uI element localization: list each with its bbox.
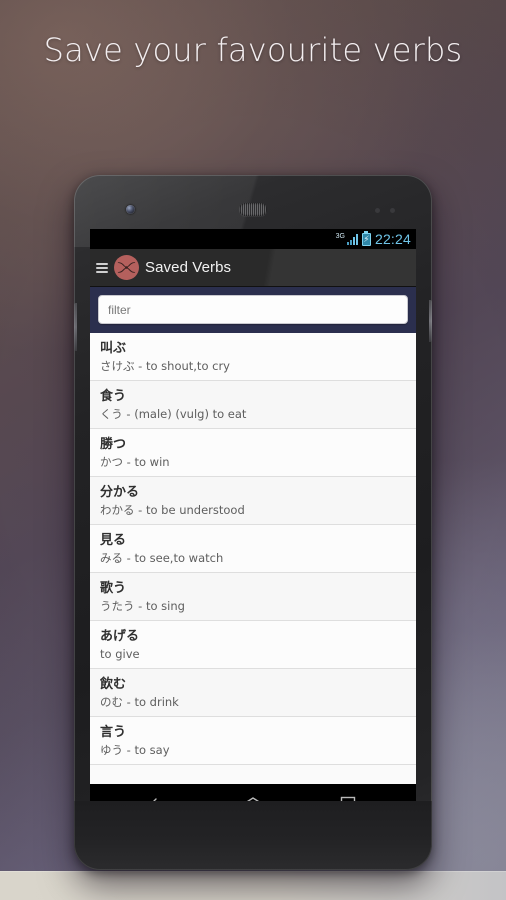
bottom-shelf-strip [0, 871, 506, 900]
status-bar: 3G ⚡ 22:24 [90, 229, 416, 249]
proximity-sensor-icon [375, 208, 380, 213]
hamburger-menu-icon[interactable] [96, 262, 108, 273]
verb-list-item[interactable]: 勝つかつ - to win [90, 429, 416, 477]
verb-reading-meaning: to give [100, 647, 140, 661]
status-bar-clock: 22:24 [374, 231, 411, 247]
verb-kanji: 歌う [100, 581, 127, 596]
recent-apps-icon[interactable] [323, 789, 369, 801]
volume-button[interactable] [74, 303, 77, 351]
verb-kanji: 叫ぶ [100, 341, 127, 356]
saved-verbs-list[interactable]: 叫ぶ さけぶ - to shout,to cry 食う くう - (male) (vu… [90, 333, 416, 784]
verb-reading-meaning: さけぶ - to shout,to cry [100, 359, 230, 373]
verb-kanji: 見る [100, 533, 127, 548]
network-type-label: 3G [335, 233, 345, 240]
signal-strength-bars [346, 234, 358, 245]
verb-kanji: あげる [100, 629, 140, 644]
home-icon[interactable] [230, 789, 276, 801]
power-button[interactable] [429, 300, 432, 342]
filter-input[interactable]: filter [98, 295, 408, 324]
light-sensor-icon [390, 208, 395, 213]
phone-screen: 3G ⚡ 22:24 Saved Verbs filter 叫ぶ さけぶ - t… [90, 229, 416, 801]
front-camera-icon [126, 205, 135, 214]
verb-reading-meaning: ゆう - to say [100, 743, 170, 757]
page-title: Save your favourite verbs [43, 31, 463, 69]
verb-kanji: 飲む [100, 677, 127, 692]
verb-reading-meaning: うたう - to sing [100, 599, 185, 613]
verb-reading-meaning: かつ - to win [100, 455, 170, 469]
verb-reading-meaning: のむ - to drink [100, 695, 179, 709]
verb-list-item[interactable]: 分かるわかる - to be understood [90, 477, 416, 525]
android-navigation-bar [90, 784, 416, 801]
verb-reading-meaning: わかる - to be understood [100, 503, 245, 517]
back-arrow-icon[interactable] [137, 789, 183, 801]
verb-kanji: 言う [100, 725, 127, 740]
verb-list-item[interactable]: 見るみる - to see,to watch [90, 525, 416, 573]
action-bar: Saved Verbs [90, 249, 416, 287]
battery-charging-icon: ⚡ [361, 232, 371, 246]
app-title: Saved Verbs [145, 259, 232, 276]
verb-reading-meaning: みる - to see,to watch [100, 551, 224, 565]
verb-list-item[interactable]: 叫ぶさけぶ - to shout,to cry [90, 333, 416, 381]
filter-placeholder: filter [108, 302, 131, 317]
phone-device-mockup: 3G ⚡ 22:24 Saved Verbs filter 叫ぶ さけぶ - t… [74, 175, 432, 870]
verb-list-item[interactable]: 食うくう - (male) (vulg) to eat [90, 381, 416, 429]
signal-bars-icon: 3G [336, 233, 358, 245]
verb-kanji: 分かる [100, 485, 140, 500]
earpiece-speaker-icon [239, 203, 267, 216]
verb-list-item[interactable]: 飲むのむ - to drink [90, 669, 416, 717]
verb-reading-meaning: くう - (male) (vulg) to eat [100, 407, 247, 421]
charging-bolt-glyph: ⚡ [363, 233, 370, 244]
verb-kanji: 食う [100, 389, 127, 404]
verb-kanji: 勝つ [100, 437, 127, 452]
app-logo-infinity-icon[interactable] [114, 255, 139, 280]
verb-list-item[interactable]: 言うゆう - to say [90, 717, 416, 765]
phone-bottom-bezel [74, 801, 432, 870]
filter-zone: filter [90, 287, 416, 333]
verb-list-item[interactable]: あげる to give [90, 621, 416, 669]
verb-list-item[interactable]: 歌ううたう - to sing [90, 573, 416, 621]
